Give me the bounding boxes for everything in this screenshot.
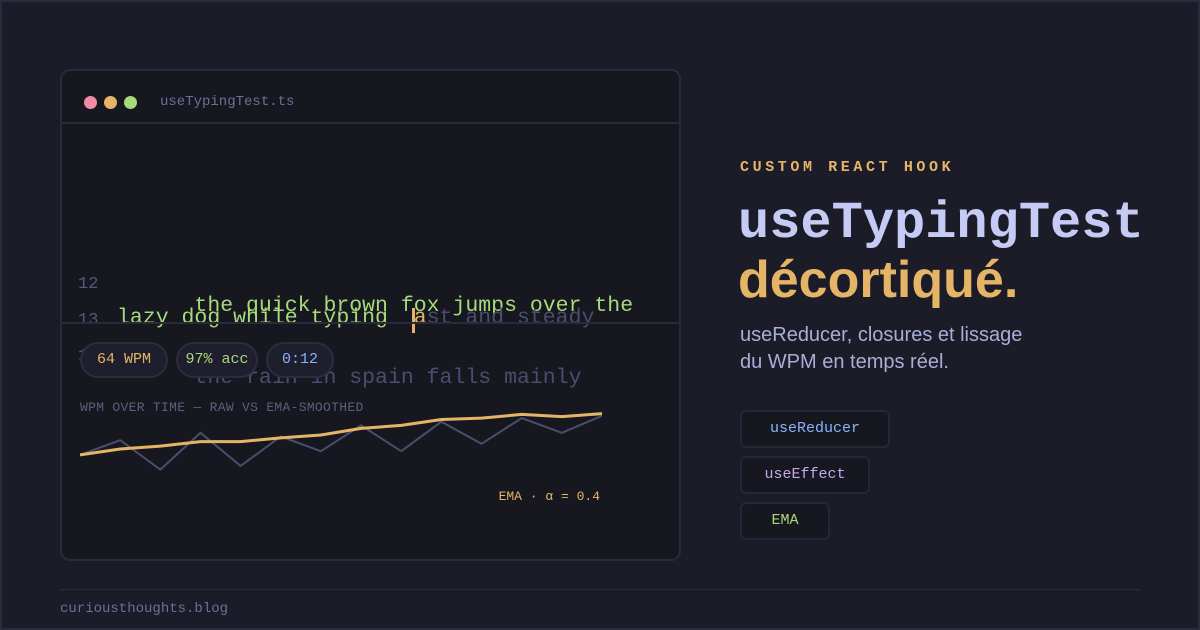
wpm-chart	[80, 412, 602, 471]
pending-text: st and steady	[426, 306, 595, 330]
code-line-current: 13 lazy dog while typing ast and steady	[62, 306, 594, 336]
hero-heading: useTypingTest décortiqué.	[738, 194, 1144, 309]
wpm-stat-badge: 64 WPM	[80, 342, 168, 378]
subtitle-line1: useReducer, closures et lissage	[740, 324, 1023, 346]
eyebrow-label: CUSTOM REACT HOOK	[740, 159, 955, 176]
hero-subtitle: useReducer, closures et lissage du WPM e…	[740, 322, 1070, 376]
minimize-window-dot[interactable]	[104, 96, 117, 109]
hero-title-line2: décortiqué.	[738, 251, 1019, 309]
editor-divider	[62, 322, 679, 324]
line-number: 12	[78, 275, 99, 294]
raw-wpm-line	[80, 414, 602, 471]
hero-title-line1: useTypingTest	[738, 194, 1144, 253]
close-window-dot[interactable]	[84, 96, 97, 109]
current-character-text: a	[413, 306, 427, 330]
footer-site-link[interactable]: curiousthoughts.blog	[60, 601, 228, 617]
ema-label: EMA · α = 0.4	[498, 489, 600, 504]
line-content: lazy dog while typing ast and steady	[117, 306, 595, 333]
tag-ema[interactable]: EMA	[740, 502, 830, 540]
footer-divider	[60, 589, 1140, 590]
subtitle-line2: du WPM en temps réel.	[740, 351, 949, 373]
editor-filename: useTypingTest.ts	[160, 94, 295, 110]
code-line: 12 the quick brown fox jumps over the	[62, 270, 633, 318]
typing-caret	[411, 308, 415, 333]
code-editor-window: useTypingTest.ts 12 the quick brown fox …	[60, 69, 681, 561]
timer-stat-badge: 0:12	[266, 342, 334, 378]
maximize-window-dot[interactable]	[124, 96, 137, 109]
line-number: 13	[78, 311, 99, 330]
tag-usereducer[interactable]: useReducer	[740, 410, 890, 448]
accuracy-stat-badge: 97% acc	[176, 342, 258, 378]
current-character: a	[411, 306, 427, 333]
typed-text: lazy dog while typing	[117, 306, 414, 330]
editor-titlebar: useTypingTest.ts	[62, 71, 679, 124]
tag-useeffect[interactable]: useEffect	[740, 456, 870, 494]
